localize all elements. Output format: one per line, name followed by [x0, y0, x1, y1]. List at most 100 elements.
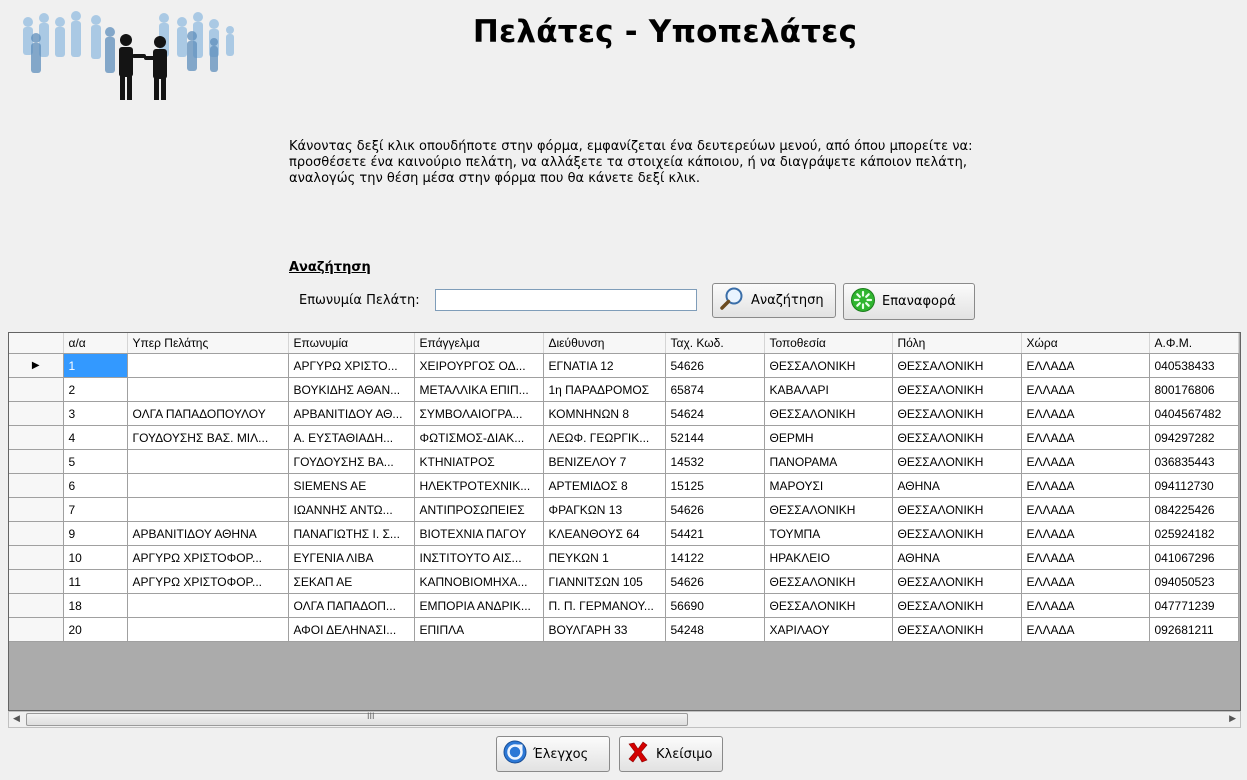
table-cell[interactable]: 036835443: [1149, 449, 1239, 474]
table-row[interactable]: 7 ΙΩΑΝΝΗΣ ΑΝΤΩ... ΑΝΤΙΠΡΟΣΩΠΕΙΕΣ ΦΡΑΓΚΩΝ 13…: [9, 497, 1239, 522]
table-cell[interactable]: 6: [63, 473, 128, 498]
scroll-thumb[interactable]: III: [26, 711, 688, 726]
search-button[interactable]: Αναζήτηση: [712, 283, 836, 318]
table-cell[interactable]: ΕΠΙΠΛΑ: [414, 617, 544, 642]
table-cell[interactable]: 54626: [665, 353, 765, 378]
table-cell[interactable]: 4: [63, 425, 128, 450]
check-button[interactable]: Έλεγχος: [496, 736, 610, 772]
row-header[interactable]: [9, 569, 64, 594]
table-cell[interactable]: ΤΟΥΜΠΑ: [764, 521, 893, 546]
table-row[interactable]: 10 ΑΡΓΥΡΩ ΧΡΙΣΤΟΦΟΡ... ΕΥΓΕΝΙΑ ΛΙΒΑ ΙΝΣΤΙΤΟ…: [9, 545, 1239, 570]
table-cell[interactable]: ΕΛΛΑΔΑ: [1021, 425, 1150, 450]
table-cell[interactable]: ΑΡΓΥΡΩ ΧΡΙΣΤΟΦΟΡ...: [127, 545, 289, 570]
table-row[interactable]: 18 ΟΛΓΑ ΠΑΠΑΔΟΠ... ΕΜΠΟΡΙΑ ΑΝΔΡΙΚ... Π. Π. …: [9, 593, 1239, 618]
column-header[interactable]: Ταχ. Κωδ.: [665, 333, 765, 354]
table-cell[interactable]: ΒΟΥΚΙΔΗΣ ΑΘΑΝ...: [288, 377, 415, 402]
table-cell[interactable]: ΑΡΒΑΝΙΤΙΔΟΥ ΑΘΗΝΑ: [127, 521, 289, 546]
table-cell[interactable]: ΗΡΑΚΛΕΙΟ: [764, 545, 893, 570]
table-cell[interactable]: 1: [63, 353, 128, 378]
table-cell[interactable]: ΘΕΣΣΑΛΟΝΙΚΗ: [764, 569, 893, 594]
table-cell[interactable]: 094297282: [1149, 425, 1239, 450]
table-cell[interactable]: ΕΛΛΑΔΑ: [1021, 521, 1150, 546]
table-cell[interactable]: ΗΛΕΚΤΡΟΤΕΧΝΙΚ...: [414, 473, 544, 498]
table-cell[interactable]: ΙΝΣΤΙΤΟΥΤΟ ΑΙΣ...: [414, 545, 544, 570]
table-cell[interactable]: 0404567482: [1149, 401, 1239, 426]
table-cell[interactable]: ΕΛΛΑΔΑ: [1021, 449, 1150, 474]
table-cell[interactable]: ΣΕΚΑΠ ΑΕ: [288, 569, 415, 594]
table-cell[interactable]: 56690: [665, 593, 765, 618]
table-row[interactable]: 9 ΑΡΒΑΝΙΤΙΔΟΥ ΑΘΗΝΑ ΠΑΝΑΓΙΩΤΗΣ Ι. Σ... ΒΙΟΤ…: [9, 521, 1239, 546]
table-cell[interactable]: ΚΛΕΑΝΘΟΥΣ 64: [543, 521, 666, 546]
table-cell[interactable]: ΑΡΓΥΡΩ ΧΡΙΣΤΟ...: [288, 353, 415, 378]
table-cell[interactable]: 040538433: [1149, 353, 1239, 378]
table-cell[interactable]: 54624: [665, 401, 765, 426]
table-row[interactable]: 5 ΓΟΥΔΟΥΣΗΣ ΒΑ... ΚΤΗΝΙΑΤΡΟΣ ΒΕΝΙΖΕΛΟΥ 7 145…: [9, 449, 1239, 474]
table-cell[interactable]: Π. Π. ΓΕΡΜΑΝΟΥ...: [543, 593, 666, 618]
table-cell[interactable]: ΚΑΠΝΟΒΙΟΜΗΧΑ...: [414, 569, 544, 594]
table-cell[interactable]: ΘΕΣΣΑΛΟΝΙΚΗ: [892, 569, 1022, 594]
scroll-right-icon[interactable]: ▶: [1229, 713, 1236, 724]
table-cell[interactable]: ΚΟΜΝΗΝΩΝ 8: [543, 401, 666, 426]
table-cell[interactable]: 14532: [665, 449, 765, 474]
table-cell[interactable]: ΦΩΤΙΣΜΟΣ-ΔΙΑΚ...: [414, 425, 544, 450]
table-cell[interactable]: [127, 497, 289, 522]
table-cell[interactable]: ΚΤΗΝΙΑΤΡΟΣ: [414, 449, 544, 474]
table-cell[interactable]: 54626: [665, 569, 765, 594]
table-cell[interactable]: ΟΛΓΑ ΠΑΠΑΔΟΠ...: [288, 593, 415, 618]
table-cell[interactable]: [127, 353, 289, 378]
table-cell[interactable]: ΠΕΥΚΩΝ 1: [543, 545, 666, 570]
reset-button[interactable]: Επαναφορά: [843, 283, 975, 320]
table-cell[interactable]: 10: [63, 545, 128, 570]
table-cell[interactable]: ΘΕΣΣΑΛΟΝΙΚΗ: [892, 497, 1022, 522]
table-cell[interactable]: ΘΕΣΣΑΛΟΝΙΚΗ: [892, 449, 1022, 474]
table-row[interactable]: 3 ΟΛΓΑ ΠΑΠΑΔΟΠΟΥΛΟΥ ΑΡΒΑΝΙΤΙΔΟΥ ΑΘ... ΣΥΜΒΟ…: [9, 401, 1239, 426]
column-header[interactable]: Υπερ Πελάτης: [127, 333, 289, 354]
table-cell[interactable]: ΕΛΛΑΔΑ: [1021, 617, 1150, 642]
table-cell[interactable]: ΑΘΗΝΑ: [892, 545, 1022, 570]
column-header[interactable]: Τοποθεσία: [764, 333, 893, 354]
table-cell[interactable]: ΓΟΥΔΟΥΣΗΣ ΒΑ...: [288, 449, 415, 474]
customer-name-input[interactable]: [435, 289, 697, 311]
table-cell[interactable]: 9: [63, 521, 128, 546]
table-cell[interactable]: 025924182: [1149, 521, 1239, 546]
table-cell[interactable]: 1η ΠΑΡΑΔΡΟΜΟΣ: [543, 377, 666, 402]
table-cell[interactable]: ΕΛΛΑΔΑ: [1021, 473, 1150, 498]
table-cell[interactable]: [127, 473, 289, 498]
table-cell[interactable]: ΘΕΣΣΑΛΟΝΙΚΗ: [764, 497, 893, 522]
row-header[interactable]: [9, 521, 64, 546]
table-cell[interactable]: ΕΛΛΑΔΑ: [1021, 353, 1150, 378]
table-cell[interactable]: 094050523: [1149, 569, 1239, 594]
table-cell[interactable]: ΑΡΒΑΝΙΤΙΔΟΥ ΑΘ...: [288, 401, 415, 426]
table-cell[interactable]: ΕΜΠΟΡΙΑ ΑΝΔΡΙΚ...: [414, 593, 544, 618]
table-cell[interactable]: ΓΙΑΝΝΙΤΣΩΝ 105: [543, 569, 666, 594]
table-cell[interactable]: ΕΛΛΑΔΑ: [1021, 377, 1150, 402]
table-cell[interactable]: 18: [63, 593, 128, 618]
table-cell[interactable]: ΣΥΜΒΟΛΑΙΟΓΡΑ...: [414, 401, 544, 426]
table-cell[interactable]: ΧΕΙΡΟΥΡΓΟΣ ΟΔ...: [414, 353, 544, 378]
table-cell[interactable]: 041067296: [1149, 545, 1239, 570]
row-header[interactable]: [9, 473, 64, 498]
table-cell[interactable]: ΕΛΛΑΔΑ: [1021, 545, 1150, 570]
row-header[interactable]: [9, 377, 64, 402]
column-header[interactable]: α/α: [63, 333, 128, 354]
row-header[interactable]: [9, 545, 64, 570]
column-header[interactable]: Επάγγελμα: [414, 333, 544, 354]
column-header[interactable]: Χώρα: [1021, 333, 1150, 354]
table-cell[interactable]: 52144: [665, 425, 765, 450]
table-cell[interactable]: 5: [63, 449, 128, 474]
table-cell[interactable]: 084225426: [1149, 497, 1239, 522]
table-cell[interactable]: ΘΕΣΣΑΛΟΝΙΚΗ: [764, 401, 893, 426]
table-cell[interactable]: 7: [63, 497, 128, 522]
table-cell[interactable]: ΛΕΩΦ. ΓΕΩΡΓΙΚ...: [543, 425, 666, 450]
table-cell[interactable]: 047771239: [1149, 593, 1239, 618]
table-cell[interactable]: ΕΛΛΑΔΑ: [1021, 401, 1150, 426]
table-cell[interactable]: ΙΩΑΝΝΗΣ ΑΝΤΩ...: [288, 497, 415, 522]
table-cell[interactable]: 094112730: [1149, 473, 1239, 498]
table-cell[interactable]: ΧΑΡΙΛΑΟΥ: [764, 617, 893, 642]
table-cell[interactable]: ΘΕΣΣΑΛΟΝΙΚΗ: [892, 521, 1022, 546]
table-cell[interactable]: ΑΡΤΕΜΙΔΟΣ 8: [543, 473, 666, 498]
table-cell[interactable]: ΘΕΣΣΑΛΟΝΙΚΗ: [892, 377, 1022, 402]
table-cell[interactable]: 54626: [665, 497, 765, 522]
table-cell[interactable]: 11: [63, 569, 128, 594]
table-cell[interactable]: ΑΘΗΝΑ: [892, 473, 1022, 498]
